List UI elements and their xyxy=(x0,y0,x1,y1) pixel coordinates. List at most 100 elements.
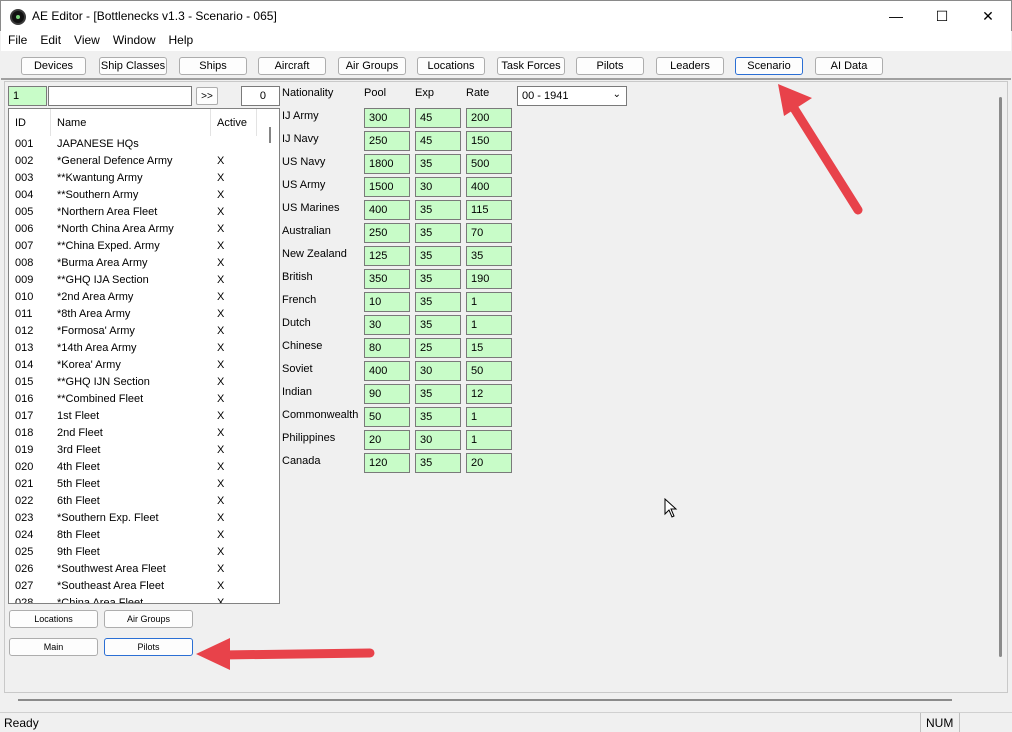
index-field[interactable]: 1 xyxy=(8,86,47,106)
list-item[interactable]: 019 3rd Fleet X xyxy=(9,442,269,459)
pool-field[interactable]: 125 xyxy=(364,246,410,266)
rate-field[interactable]: 1 xyxy=(466,292,512,312)
list-item[interactable]: 026 *Southwest Area Fleet X xyxy=(9,561,269,578)
list-item[interactable]: 024 8th Fleet X xyxy=(9,527,269,544)
pool-field[interactable]: 120 xyxy=(364,453,410,473)
list-item[interactable]: 016 **Combined Fleet X xyxy=(9,391,269,408)
pilots-button[interactable]: Pilots xyxy=(104,638,193,656)
pool-field[interactable]: 30 xyxy=(364,315,410,335)
list-item[interactable]: 022 6th Fleet X xyxy=(9,493,269,510)
exp-field[interactable]: 35 xyxy=(415,292,461,312)
rate-field[interactable]: 115 xyxy=(466,200,512,220)
list-item[interactable]: 017 1st Fleet X xyxy=(9,408,269,425)
rate-field[interactable]: 50 xyxy=(466,361,512,381)
exp-field[interactable]: 30 xyxy=(415,361,461,381)
rate-field[interactable]: 1 xyxy=(466,315,512,335)
rate-field[interactable]: 150 xyxy=(466,131,512,151)
minimize-icon[interactable]: — xyxy=(873,1,919,31)
menu-window[interactable]: Window xyxy=(106,31,156,51)
menu-help[interactable]: Help xyxy=(162,31,194,51)
list-item[interactable]: 013 *14th Area Army X xyxy=(9,340,269,357)
air-groups-button[interactable]: Air Groups xyxy=(104,610,193,628)
exp-field[interactable]: 35 xyxy=(415,200,461,220)
pool-field[interactable]: 1800 xyxy=(364,154,410,174)
pool-field[interactable]: 20 xyxy=(364,430,410,450)
horizontal-scrollbar[interactable] xyxy=(18,699,952,701)
list-item[interactable]: 027 *Southeast Area Fleet X xyxy=(9,578,269,595)
tab-aircraft[interactable]: Aircraft xyxy=(258,57,326,75)
menu-view[interactable]: View xyxy=(67,31,100,51)
rate-field[interactable]: 70 xyxy=(466,223,512,243)
list-item[interactable]: 018 2nd Fleet X xyxy=(9,425,269,442)
exp-field[interactable]: 35 xyxy=(415,453,461,473)
search-input[interactable] xyxy=(48,86,192,106)
vertical-scrollbar[interactable] xyxy=(999,97,1002,657)
tab-scenario[interactable]: Scenario xyxy=(735,57,803,75)
list-item[interactable]: 021 5th Fleet X xyxy=(9,476,269,493)
rate-field[interactable]: 400 xyxy=(466,177,512,197)
list-item[interactable]: 012 *Formosa' Army X xyxy=(9,323,269,340)
exp-field[interactable]: 30 xyxy=(415,430,461,450)
list-item[interactable]: 014 *Korea' Army X xyxy=(9,357,269,374)
rate-field[interactable]: 15 xyxy=(466,338,512,358)
list-item[interactable]: 006 *North China Area Army X xyxy=(9,221,269,238)
list-item[interactable]: 007 **China Exped. Army X xyxy=(9,238,269,255)
rate-field[interactable]: 190 xyxy=(466,269,512,289)
list-item[interactable]: 011 *8th Area Army X xyxy=(9,306,269,323)
rate-field[interactable]: 1 xyxy=(466,407,512,427)
list-item[interactable]: 015 **GHQ IJN Section X xyxy=(9,374,269,391)
exp-field[interactable]: 25 xyxy=(415,338,461,358)
pool-field[interactable]: 250 xyxy=(364,223,410,243)
exp-field[interactable]: 45 xyxy=(415,131,461,151)
year-select[interactable]: 00 - 1941 ⌄ xyxy=(517,86,627,106)
pool-field[interactable]: 10 xyxy=(364,292,410,312)
tab-pilots[interactable]: Pilots xyxy=(576,57,644,75)
tab-ai-data[interactable]: AI Data xyxy=(815,57,883,75)
column-header-id[interactable]: ID xyxy=(9,109,51,136)
rate-field[interactable]: 20 xyxy=(466,453,512,473)
pool-field[interactable]: 300 xyxy=(364,108,410,128)
menu-edit[interactable]: Edit xyxy=(33,31,61,51)
pool-field[interactable]: 90 xyxy=(364,384,410,404)
tab-air-groups[interactable]: Air Groups xyxy=(338,57,406,75)
list-item[interactable]: 010 *2nd Area Army X xyxy=(9,289,269,306)
go-button[interactable]: >> xyxy=(196,87,218,105)
exp-field[interactable]: 35 xyxy=(415,246,461,266)
list-item[interactable]: 005 *Northern Area Fleet X xyxy=(9,204,269,221)
pool-field[interactable]: 350 xyxy=(364,269,410,289)
column-header-active[interactable]: Active xyxy=(211,109,257,136)
exp-field[interactable]: 35 xyxy=(415,269,461,289)
close-icon[interactable]: ✕ xyxy=(965,1,1011,31)
exp-field[interactable]: 45 xyxy=(415,108,461,128)
tab-locations[interactable]: Locations xyxy=(417,57,485,75)
tab-ship-classes[interactable]: Ship Classes xyxy=(99,57,167,75)
tab-ships[interactable]: Ships xyxy=(179,57,247,75)
exp-field[interactable]: 35 xyxy=(415,154,461,174)
pool-field[interactable]: 400 xyxy=(364,361,410,381)
list-item[interactable]: 003 **Kwantung Army X xyxy=(9,170,269,187)
exp-field[interactable]: 30 xyxy=(415,177,461,197)
list-item[interactable]: 009 **GHQ IJA Section X xyxy=(9,272,269,289)
list-item[interactable]: 023 *Southern Exp. Fleet X xyxy=(9,510,269,527)
exp-field[interactable]: 35 xyxy=(415,223,461,243)
pool-field[interactable]: 250 xyxy=(364,131,410,151)
rate-field[interactable]: 35 xyxy=(466,246,512,266)
rate-field[interactable]: 500 xyxy=(466,154,512,174)
list-scrollbar-thumb[interactable] xyxy=(269,127,271,143)
maximize-icon[interactable]: ☐ xyxy=(919,1,965,31)
list-item[interactable]: 001 JAPANESE HQs xyxy=(9,136,269,153)
rate-field[interactable]: 1 xyxy=(466,430,512,450)
menu-file[interactable]: File xyxy=(1,31,27,51)
exp-field[interactable]: 35 xyxy=(415,315,461,335)
locations-button[interactable]: Locations xyxy=(9,610,98,628)
tab-task-forces[interactable]: Task Forces xyxy=(497,57,565,75)
main-button[interactable]: Main xyxy=(9,638,98,656)
list-item[interactable]: 008 *Burma Area Army X xyxy=(9,255,269,272)
pool-field[interactable]: 400 xyxy=(364,200,410,220)
list-item[interactable]: 002 *General Defence Army X xyxy=(9,153,269,170)
list-item[interactable]: 028 *China Area Fleet X xyxy=(9,595,269,603)
rate-field[interactable]: 200 xyxy=(466,108,512,128)
exp-field[interactable]: 35 xyxy=(415,384,461,404)
list-item[interactable]: 025 9th Fleet X xyxy=(9,544,269,561)
pool-field[interactable]: 80 xyxy=(364,338,410,358)
